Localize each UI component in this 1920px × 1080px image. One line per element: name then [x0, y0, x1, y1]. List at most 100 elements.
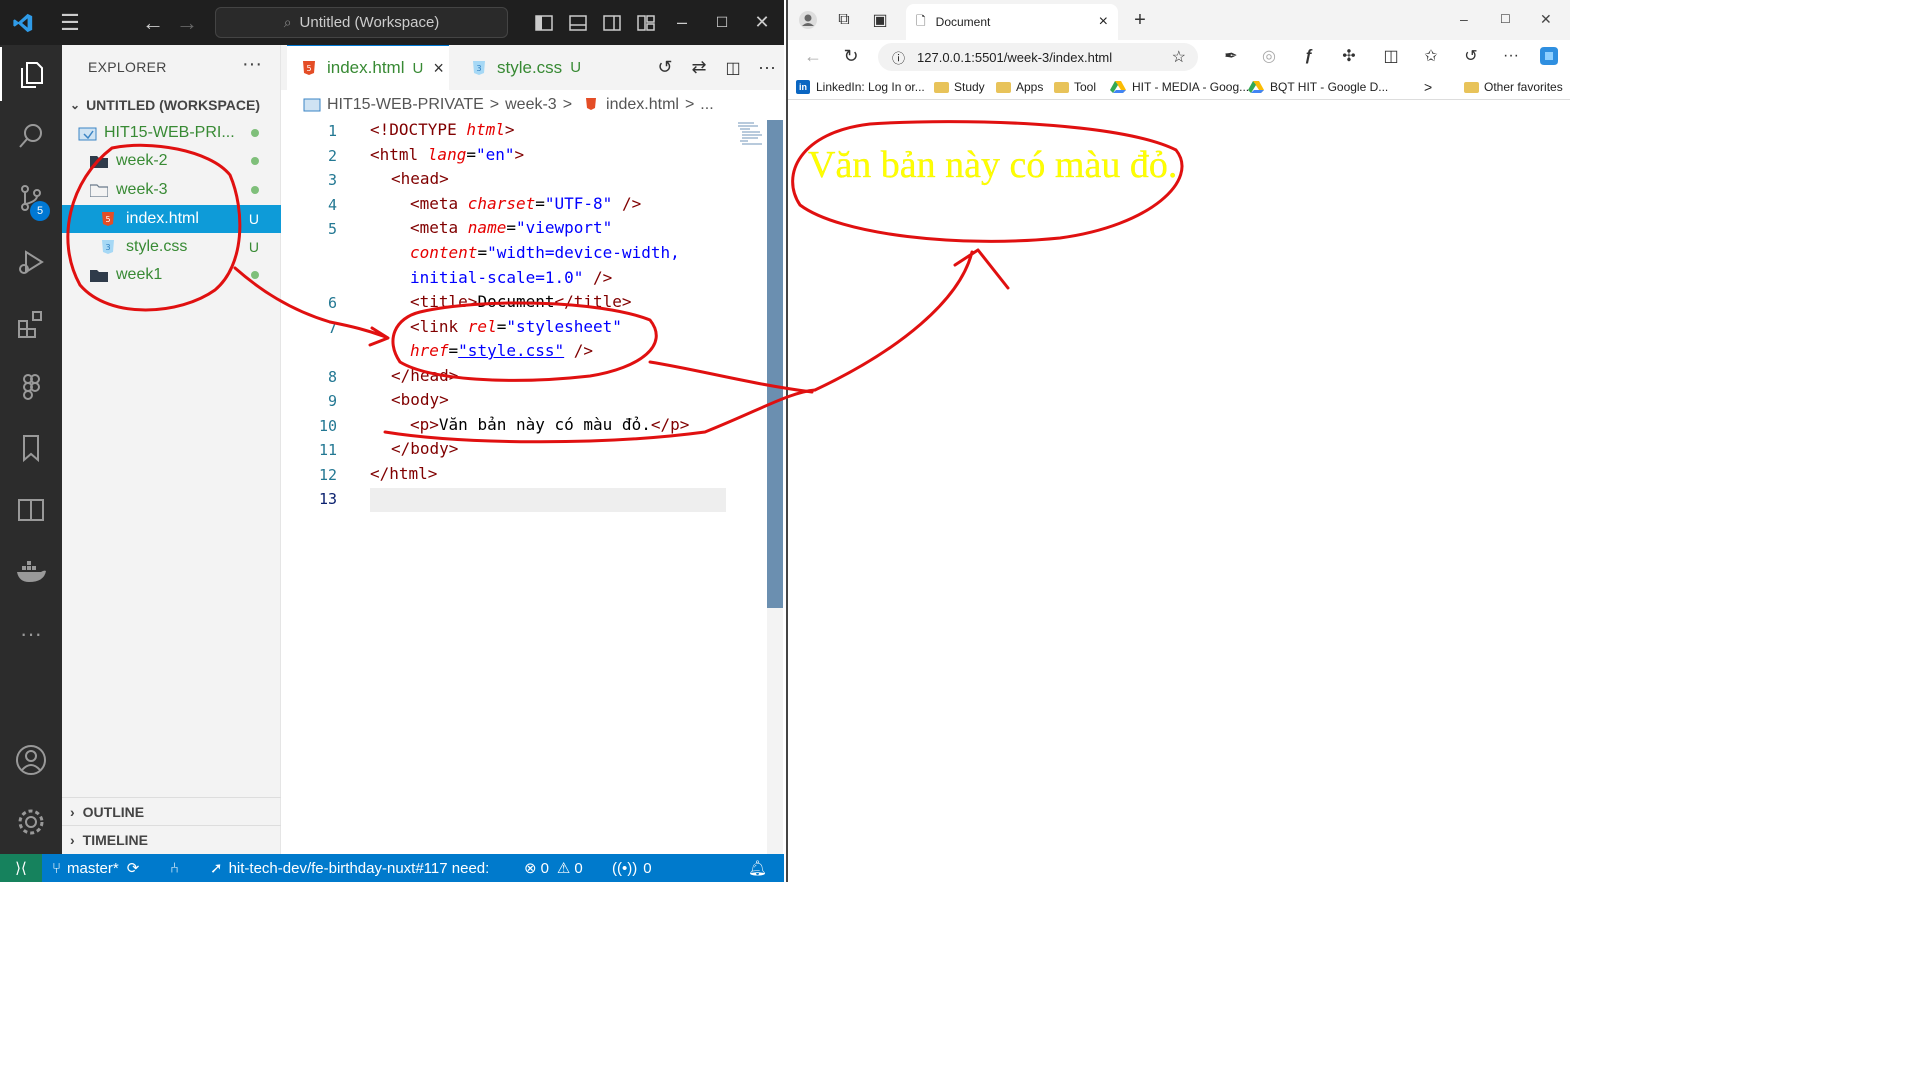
toggle-panel-icon[interactable] — [566, 0, 590, 45]
split-editor-icon[interactable]: ◫ — [716, 58, 750, 78]
account-icon[interactable] — [0, 733, 62, 787]
toggle-secondary-sidebar-icon[interactable] — [600, 0, 624, 45]
browser-tab-document[interactable]: 🗋︎ Document × — [906, 4, 1118, 40]
git-graph-icon[interactable]: ⑃ — [170, 854, 179, 882]
back-arrow-icon[interactable]: ← — [140, 0, 166, 45]
favorite-label: Apps — [1016, 80, 1044, 94]
forward-arrow-icon[interactable]: → — [174, 0, 200, 45]
tab-index-html[interactable]: 5 index.html U × — [287, 45, 449, 90]
eyedropper-icon[interactable]: ✒ — [1218, 40, 1244, 72]
favorites-overflow-button[interactable]: > — [1424, 74, 1432, 100]
source-control-icon[interactable]: 5 — [0, 171, 62, 225]
minimap[interactable] — [736, 120, 766, 150]
history-icon[interactable]: ↺ — [648, 57, 682, 78]
favorite-study[interactable]: Study — [934, 74, 985, 100]
breadcrumb-item[interactable]: ... — [700, 96, 713, 114]
editor-scrollbar[interactable] — [767, 120, 783, 608]
code-line: <title>Document</title> — [410, 292, 632, 311]
tree-item-style-css[interactable]: 3 style.css U — [62, 233, 281, 261]
outline-section[interactable]: › OUTLINE — [62, 797, 281, 825]
extensions-icon[interactable] — [0, 297, 62, 351]
outline-label: OUTLINE — [82, 803, 145, 820]
favorite-tool[interactable]: Tool — [1054, 74, 1096, 100]
customize-layout-icon[interactable] — [634, 0, 658, 45]
maximize-icon[interactable]: ☐ — [710, 0, 734, 45]
breadcrumb-separator: > — [489, 96, 500, 113]
address-bar[interactable]: ⓘ 127.0.0.1:5501/week-3/index.html ☆ — [878, 43, 1198, 71]
command-center[interactable]: ⌕ Untitled (Workspace) — [215, 7, 508, 38]
copilot-icon[interactable] — [1536, 40, 1562, 72]
line-number: 5 — [327, 220, 337, 238]
editor-more-icon[interactable]: ··· — [750, 57, 784, 78]
chevron-right-icon: › — [70, 803, 75, 820]
font-extension-icon[interactable]: ƒ — [1296, 40, 1322, 72]
ports-status[interactable]: ((•)) 0 — [612, 854, 652, 882]
workspaces-icon[interactable]: ⧉ — [830, 4, 858, 36]
new-tab-button[interactable]: + — [1128, 4, 1152, 36]
timeline-section[interactable]: › TIMELINE — [62, 825, 281, 853]
docker-icon[interactable] — [0, 545, 62, 599]
breadcrumb-item[interactable]: week-3 — [505, 96, 557, 114]
tab-status: U — [570, 59, 582, 76]
favorite-linkedin[interactable]: in LinkedIn: Log In or... — [796, 74, 925, 100]
run-debug-icon[interactable] — [0, 235, 62, 289]
code-line: <head> — [391, 169, 449, 188]
tab-close-button[interactable]: × — [433, 58, 444, 79]
code-line: </head> — [391, 366, 459, 385]
figma-icon[interactable] — [0, 359, 62, 413]
close-icon[interactable]: ✕ — [750, 0, 774, 45]
tree-item-week1[interactable]: week1 — [62, 261, 281, 289]
workspace-header[interactable]: ⌄ UNTITLED (WORKSPACE) — [62, 93, 281, 117]
bookmark-icon[interactable] — [0, 421, 62, 475]
compass-icon[interactable]: ◎ — [1256, 40, 1282, 72]
tab-actions-icon[interactable]: ▣ — [866, 4, 894, 36]
tree-item-week-3[interactable]: week-3 — [62, 176, 281, 204]
tree-item-week-2[interactable]: week-2 — [62, 147, 281, 175]
search-icon[interactable] — [0, 109, 62, 163]
browser-tab-close-button[interactable]: × — [1099, 13, 1108, 31]
minimize-icon[interactable]: – — [670, 0, 694, 45]
browser-menu-icon[interactable]: ··· — [1498, 40, 1524, 72]
other-favorites[interactable]: Other favorites — [1464, 74, 1563, 100]
browser-minimize-icon[interactable]: – — [1460, 0, 1468, 38]
more-icon[interactable]: ··· — [0, 607, 62, 661]
toggle-primary-sidebar-icon[interactable] — [532, 0, 556, 45]
browser-maximize-icon[interactable]: ☐ — [1500, 0, 1511, 38]
code-line: </body> — [391, 439, 459, 458]
breadcrumb-item[interactable]: HIT15-WEB-PRIVATE — [327, 96, 484, 114]
extensions-puzzle-icon[interactable]: ✣ — [1336, 40, 1362, 72]
explorer-icon[interactable] — [0, 47, 62, 101]
breadcrumb-item[interactable]: index.html — [606, 96, 679, 114]
browser-back-icon[interactable]: ← — [800, 40, 826, 72]
tab-style-css[interactable]: 3 style.css U — [457, 45, 607, 90]
menu-icon[interactable]: ☰ — [55, 0, 85, 45]
split-screen-icon[interactable]: ◫ — [1378, 40, 1404, 72]
tree-item-root-folder[interactable]: HIT15-WEB-PRI... — [62, 119, 281, 147]
add-favorite-star-icon[interactable]: ☆ — [1172, 47, 1186, 67]
profile-icon[interactable] — [794, 4, 822, 36]
remote-icon[interactable]: ⟩⟨ — [0, 854, 42, 882]
favorite-bqt-hit[interactable]: BQT HIT - Google D... — [1248, 74, 1388, 100]
css-file-icon: 3 — [471, 60, 487, 76]
book-icon[interactable] — [0, 483, 62, 537]
tree-item-index-html[interactable]: 5 index.html U — [62, 205, 281, 233]
notifications-bell-icon[interactable]: 🔔︎ — [748, 854, 767, 882]
explorer-more-button[interactable]: ··· — [242, 53, 262, 76]
history-icon[interactable]: ↺ — [1458, 40, 1484, 72]
favorites-icon[interactable]: ✩ — [1418, 40, 1444, 72]
favorite-hit-media[interactable]: HIT - MEDIA - Goog... — [1110, 74, 1249, 100]
folder-open-icon — [89, 183, 109, 198]
vscode-titlebar: ☰ ← → ⌕ Untitled (Workspace) – ☐ ✕ — [0, 0, 784, 45]
pull-request-status[interactable]: ➚ hit-tech-dev/fe-birthday-nuxt#117 need… — [210, 854, 489, 882]
branch-label: master* — [67, 859, 119, 877]
favorite-apps[interactable]: Apps — [996, 74, 1043, 100]
css-file-icon: 3 — [100, 239, 116, 255]
branch-status[interactable]: ⑂ master* ⟳ — [52, 854, 139, 882]
compare-changes-icon[interactable]: ⇄ — [682, 57, 716, 78]
settings-gear-icon[interactable] — [0, 795, 62, 849]
scm-badge: 5 — [30, 201, 50, 221]
line-number: 11 — [318, 441, 337, 459]
refresh-icon[interactable]: ↻ — [838, 40, 864, 72]
browser-close-icon[interactable]: ✕ — [1540, 0, 1552, 38]
problems-status[interactable]: ⊗ 0 ⚠ 0 — [524, 854, 583, 882]
